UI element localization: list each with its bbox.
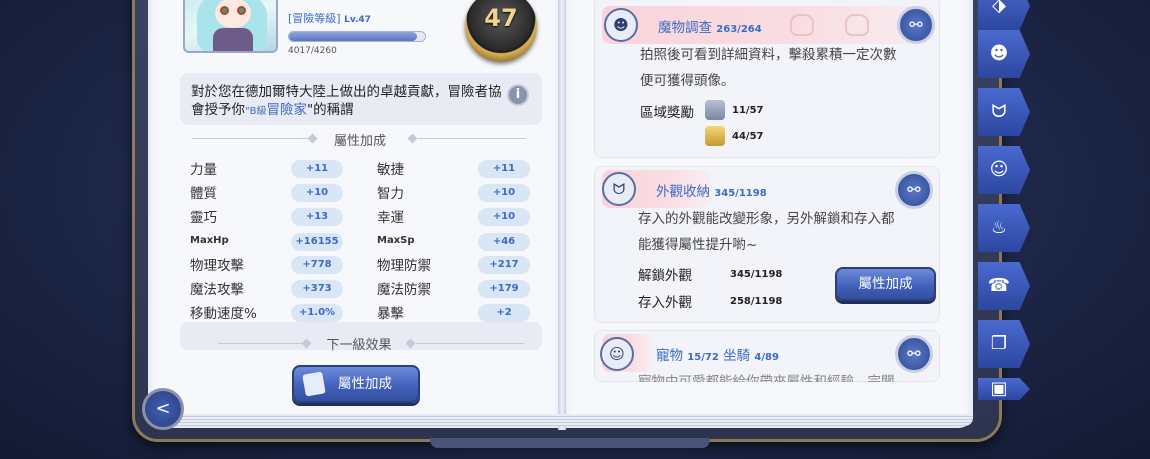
tab-cooking[interactable]: ♨ <box>978 204 1030 252</box>
stat-label: 幸運 <box>377 210 404 226</box>
stat-label: 魔法攻擊 <box>190 282 244 298</box>
stat-label: 靈巧 <box>190 210 217 226</box>
page-edges <box>158 414 973 426</box>
pet-card-desc-partial: 寵物中可愛都能給你帶來屬性和經驗，完闡 <box>638 374 895 382</box>
silver-reward-value: 11/57 <box>732 105 764 116</box>
card-icon: ▣ <box>990 378 1008 399</box>
stat-label: MaxHp <box>190 235 229 246</box>
tab-pet[interactable]: ☺ <box>978 146 1030 194</box>
pet-link-button[interactable]: ⚯ <box>895 335 933 373</box>
horn-icon: ᗢ <box>602 172 636 206</box>
stat-value: +1.0% <box>291 304 343 322</box>
stat-value: +10 <box>478 208 530 226</box>
adventure-icon: ⬗ <box>992 0 1006 16</box>
stat-value: +16155 <box>291 233 343 251</box>
stat-value: +217 <box>478 256 530 274</box>
book-bottom-rim <box>430 438 710 448</box>
store-appearance-value: 258/1198 <box>730 296 783 307</box>
stat-value: +373 <box>291 280 343 298</box>
stat-value: +179 <box>478 280 530 298</box>
appearance-card-desc: 存入的外觀能改變形象，另外解鎖和存入都 能獲得屬性提升喲~ <box>638 211 895 253</box>
attr-bonus-heading: 屬性加成 <box>333 134 386 149</box>
exp-progress-bar <box>288 31 426 42</box>
monster-link-button[interactable]: ⚯ <box>897 6 935 44</box>
npc-icon: ☎ <box>987 275 1011 296</box>
link-icon: ⚯ <box>907 180 921 199</box>
link-icon: ⚯ <box>909 15 923 34</box>
book-icon <box>302 371 326 397</box>
stat-value: +11 <box>291 160 343 178</box>
stat-label: 物理攻擊 <box>190 258 244 274</box>
stat-value: +10 <box>478 184 530 202</box>
appearance-attr-bonus-button[interactable]: 屬性加成 <box>835 267 936 301</box>
unlock-appearance-label: 解鎖外觀 <box>638 268 692 284</box>
tab-monster[interactable]: ☻ <box>978 30 1030 78</box>
horn-icon: ᗢ <box>991 101 1007 122</box>
pet-card-title: 寵物 15/72 坐騎 4/89 <box>656 348 779 364</box>
tab-appearance[interactable]: ᗢ <box>978 88 1030 136</box>
stat-label: 敏捷 <box>377 162 404 178</box>
stat-value: +13 <box>291 208 343 226</box>
stat-value: +2 <box>478 304 530 322</box>
stat-value: +46 <box>478 233 530 251</box>
monster-card-header <box>602 6 934 44</box>
attr-bonus-button[interactable]: 屬性加成 <box>292 365 420 403</box>
stat-label: MaxSp <box>377 235 415 246</box>
monster-card-desc: 拍照後可看到詳細資料，擊殺累積一定次數 便可獲得頭像。 <box>640 47 897 89</box>
appearance-card-title: 外觀收納 345/1198 <box>656 184 767 200</box>
stat-label: 智力 <box>377 186 404 202</box>
tab-npc[interactable]: ☎ <box>978 262 1030 310</box>
stat-value: +778 <box>291 256 343 274</box>
tab-more[interactable]: ▣ <box>978 378 1030 400</box>
next-effect-heading: 下一級效果 <box>326 338 392 353</box>
link-icon: ⚯ <box>907 344 921 363</box>
stat-label: 魔法防禦 <box>377 282 431 298</box>
chef-hat-icon: ♨ <box>990 217 1008 238</box>
gold-reward-value: 44/57 <box>732 131 764 142</box>
store-appearance-label: 存入外觀 <box>638 295 692 311</box>
appearance-link-button[interactable]: ⚯ <box>895 171 933 209</box>
exp-progress-fill <box>289 32 418 41</box>
silver-reward-icon <box>705 100 725 120</box>
monster-card-title: 魔物調查 263/264 <box>658 20 762 36</box>
stat-label: 體質 <box>190 186 217 202</box>
info-icon[interactable]: i <box>507 84 529 106</box>
tab-book[interactable]: ❐ <box>978 320 1030 368</box>
exp-text: 4017/4260 <box>288 46 337 56</box>
stat-label: 暴擊 <box>377 306 404 322</box>
open-book-icon: ❐ <box>990 333 1008 354</box>
tab-adventure[interactable]: ⬗ <box>978 0 1030 30</box>
pet-icon: ☺ <box>600 337 634 371</box>
share-icon: < <box>155 398 171 419</box>
cat-monster-icon: ☻ <box>604 8 638 42</box>
cat-face-icon: ☻ <box>989 43 1009 64</box>
unlock-appearance-value: 345/1198 <box>730 269 783 280</box>
rank-level: Lv.47 <box>344 15 371 25</box>
gold-reward-icon <box>705 126 725 146</box>
book-spine <box>558 0 566 430</box>
stat-label: 物理防禦 <box>377 258 431 274</box>
rank-description: 對於您在德加爾特大陸上做出的卓越貢獻，冒險者協會授予你"B級冒險家"的稱謂 <box>191 84 502 118</box>
stat-value: +10 <box>291 184 343 202</box>
stat-label: 移動速度% <box>190 306 257 322</box>
share-button[interactable]: < <box>142 388 184 430</box>
stat-value: +11 <box>478 160 530 178</box>
area-reward-label: 區域獎勵 <box>640 105 694 121</box>
adventure-rank-title: [冒險等級] Lv.47 <box>288 10 371 26</box>
stat-label: 力量 <box>190 162 217 178</box>
pet-face-icon: ☺ <box>989 159 1009 180</box>
player-avatar <box>183 0 278 53</box>
rank-title-text: [冒險等級] <box>288 12 341 25</box>
